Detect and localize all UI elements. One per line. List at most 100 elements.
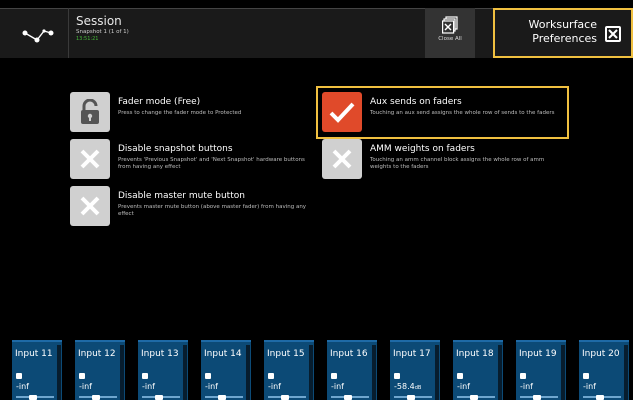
strip-unit: dB [414,385,422,391]
meter-bar [498,345,502,400]
option-title: Disable snapshot buttons [118,144,233,154]
plus-icon [142,373,148,379]
top-bar: Session Snapshot 1 (1 of 1) 13:51:21 Clo… [0,8,633,58]
fader-knob[interactable] [533,395,541,400]
strip-label: Input 19 [519,349,557,359]
fader-knob[interactable] [470,395,478,400]
strip-label: Input 13 [141,349,179,359]
worksurface-preferences-panel: Worksurface Preferences [493,8,633,58]
channel-strip[interactable]: Input 13 -inf [138,340,188,400]
channel-strip[interactable]: Input 11 -inf [12,340,62,400]
session-info[interactable]: Session Snapshot 1 (1 of 1) 13:51:21 [76,14,129,42]
fader-mode-option[interactable]: Fader mode (Free) Press to change the fa… [70,92,310,132]
strip-value: -inf [457,382,470,391]
strip-label: Input 17 [393,349,431,359]
option-description: Touching an amm channel block assigns th… [370,157,545,170]
close-icon [608,29,618,39]
meter-bar [435,345,439,400]
plus-icon [331,373,337,379]
close-preferences-button[interactable] [605,26,621,42]
channel-strip[interactable]: Input 18 -inf [453,340,503,400]
x-icon [332,149,352,169]
strip-label: Input 12 [78,349,116,359]
amm-weights-on-faders-toggle[interactable] [322,139,362,179]
channel-strip[interactable]: Input 12 -inf [75,340,125,400]
channel-strip[interactable]: Input 14 -inf [201,340,251,400]
meter-bar [183,345,187,400]
option-description: Touching an aux send assigns the whole r… [370,110,555,116]
disable-snapshot-buttons-option[interactable]: Disable snapshot buttons Prevents 'Previ… [70,139,310,179]
check-icon [329,102,355,123]
snapshot-info: Snapshot 1 (1 of 1) [76,29,129,35]
x-icon [80,149,100,169]
fader-mode-toggle[interactable] [70,92,110,132]
strip-value: -inf [142,382,155,391]
plus-icon [268,373,274,379]
option-title: Fader mode (Free) [118,97,201,107]
strip-value: -inf [520,382,533,391]
fader-knob[interactable] [281,395,289,400]
strip-value: -inf [583,382,596,391]
meter-bar [246,345,250,400]
strip-value: -inf [16,382,29,391]
meter-bar [624,345,628,400]
close-all-button[interactable]: Close All [425,8,475,58]
meter-bar [561,345,565,400]
close-all-icon [442,16,458,34]
option-title: Disable master mute button [118,191,245,201]
amm-weights-on-faders-option[interactable]: AMM weights on faders Touching an amm ch… [322,139,566,179]
option-description: Prevents master mute button (above maste… [118,204,307,217]
prefs-title-line1: Worksurface [528,18,597,31]
fader-knob[interactable] [407,395,415,400]
channel-strip[interactable]: Input 15 -inf [264,340,314,400]
strip-label: Input 15 [267,349,305,359]
divider [68,8,69,58]
x-icon [80,196,100,216]
strip-label: Input 18 [456,349,494,359]
disable-master-mute-toggle[interactable] [70,186,110,226]
channel-strip[interactable]: Input 19 -inf [516,340,566,400]
plus-icon [205,373,211,379]
fader-knob[interactable] [92,395,100,400]
fader-knob[interactable] [344,395,352,400]
plus-icon [394,373,400,379]
disable-master-mute-option[interactable]: Disable master mute button Prevents mast… [70,186,310,226]
plus-icon [520,373,526,379]
channel-strip[interactable]: Input 17 -58.4dB [390,340,440,400]
strip-value: -inf [79,382,92,391]
plus-icon [16,373,22,379]
aux-sends-on-faders-toggle[interactable] [322,92,362,132]
option-title: AMM weights on faders [370,144,475,154]
option-description: Prevents 'Previous Snapshot' and 'Next S… [118,157,305,170]
network-logo-icon [22,29,53,43]
strip-label: Input 20 [582,349,620,359]
meter-bar [120,345,124,400]
plus-icon [583,373,589,379]
fader-knob[interactable] [218,395,226,400]
strip-label: Input 14 [204,349,242,359]
disable-snapshot-buttons-toggle[interactable] [70,139,110,179]
menu-button[interactable] [10,18,65,54]
strip-value: -inf [205,382,218,391]
close-all-label: Close All [438,36,462,42]
prefs-title-line2: Preferences [532,32,597,45]
strip-label: Input 11 [15,349,53,359]
aux-sends-on-faders-option[interactable]: Aux sends on faders Touching an aux send… [322,92,566,132]
meter-bar [57,345,61,400]
meter-bar [309,345,313,400]
fader-knob[interactable] [155,395,163,400]
status-text: 13:51:21 [76,36,99,42]
strip-value: -inf [331,382,344,391]
strip-label: Input 16 [330,349,368,359]
channel-strip[interactable]: Input 16 -inf [327,340,377,400]
strip-value: -inf [268,382,281,391]
channel-strip[interactable]: Input 20 -inf [579,340,629,400]
unlock-icon [81,99,99,124]
meter-bar [372,345,376,400]
session-title: Session [76,14,122,28]
plus-icon [457,373,463,379]
fader-knob[interactable] [29,395,37,400]
option-description: Press to change the fader mode to Protec… [118,110,242,116]
fader-knob[interactable] [596,395,604,400]
prefs-title: Worksurface Preferences [528,18,597,46]
